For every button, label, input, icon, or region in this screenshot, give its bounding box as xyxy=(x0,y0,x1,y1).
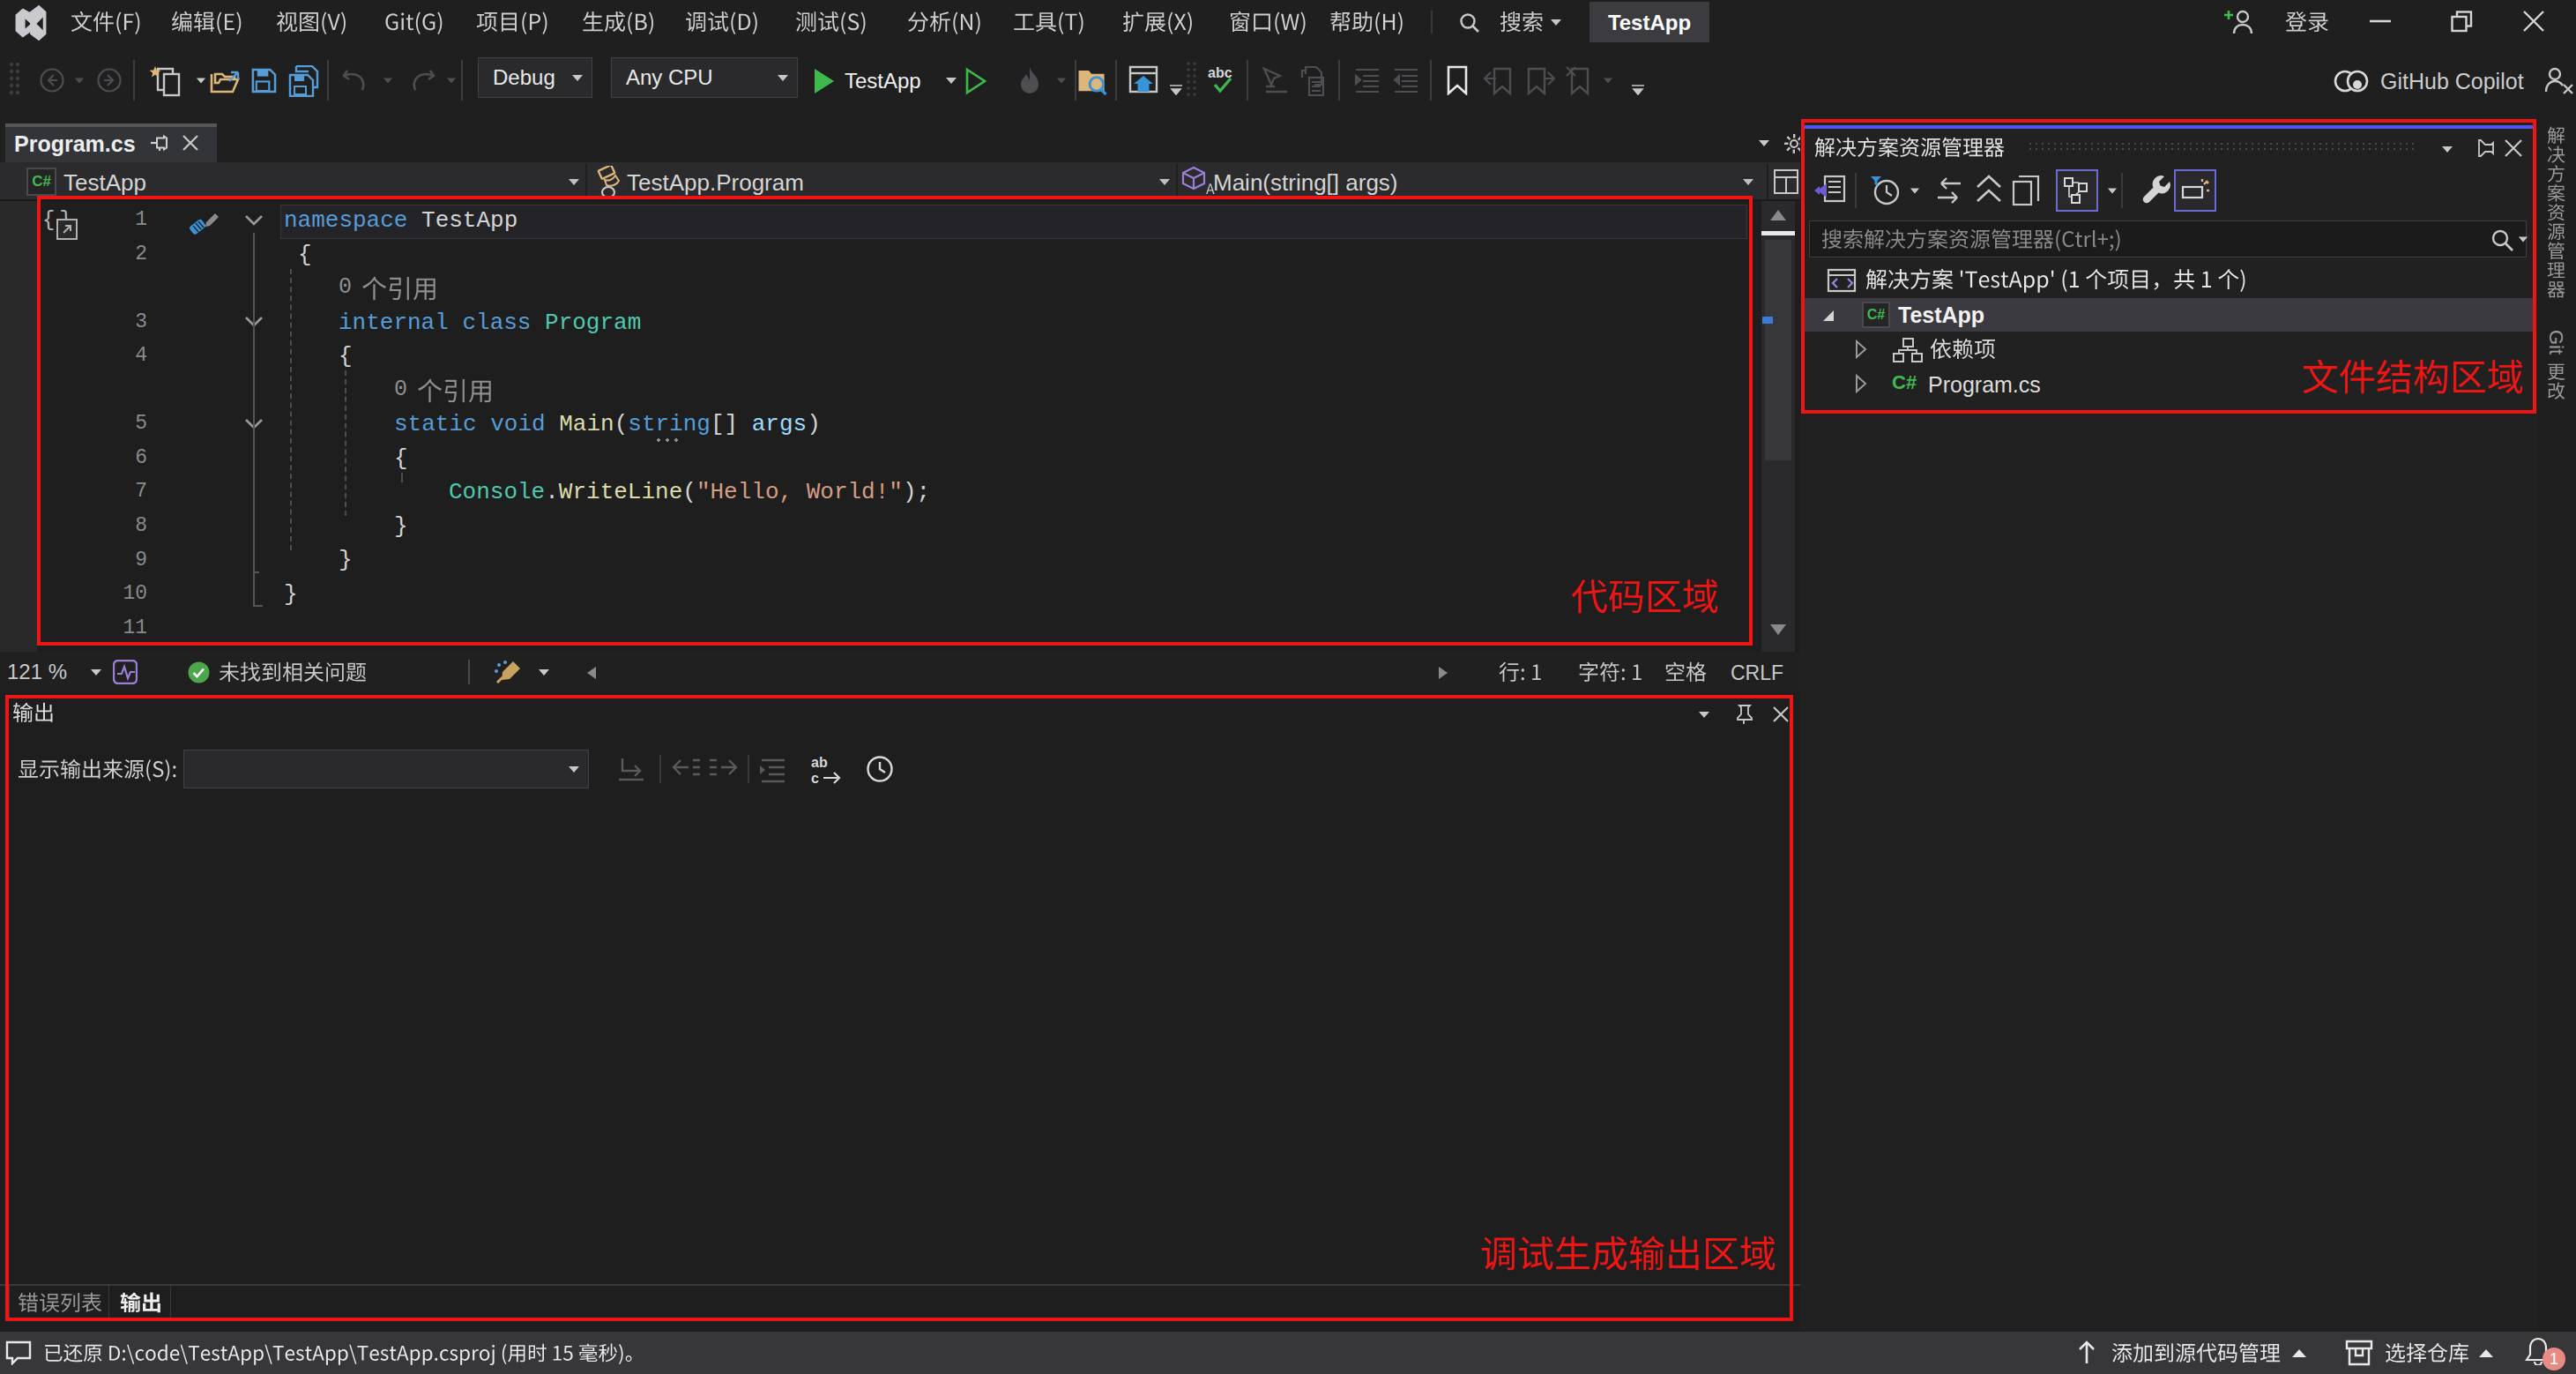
svg-text:abc: abc xyxy=(1208,65,1232,80)
